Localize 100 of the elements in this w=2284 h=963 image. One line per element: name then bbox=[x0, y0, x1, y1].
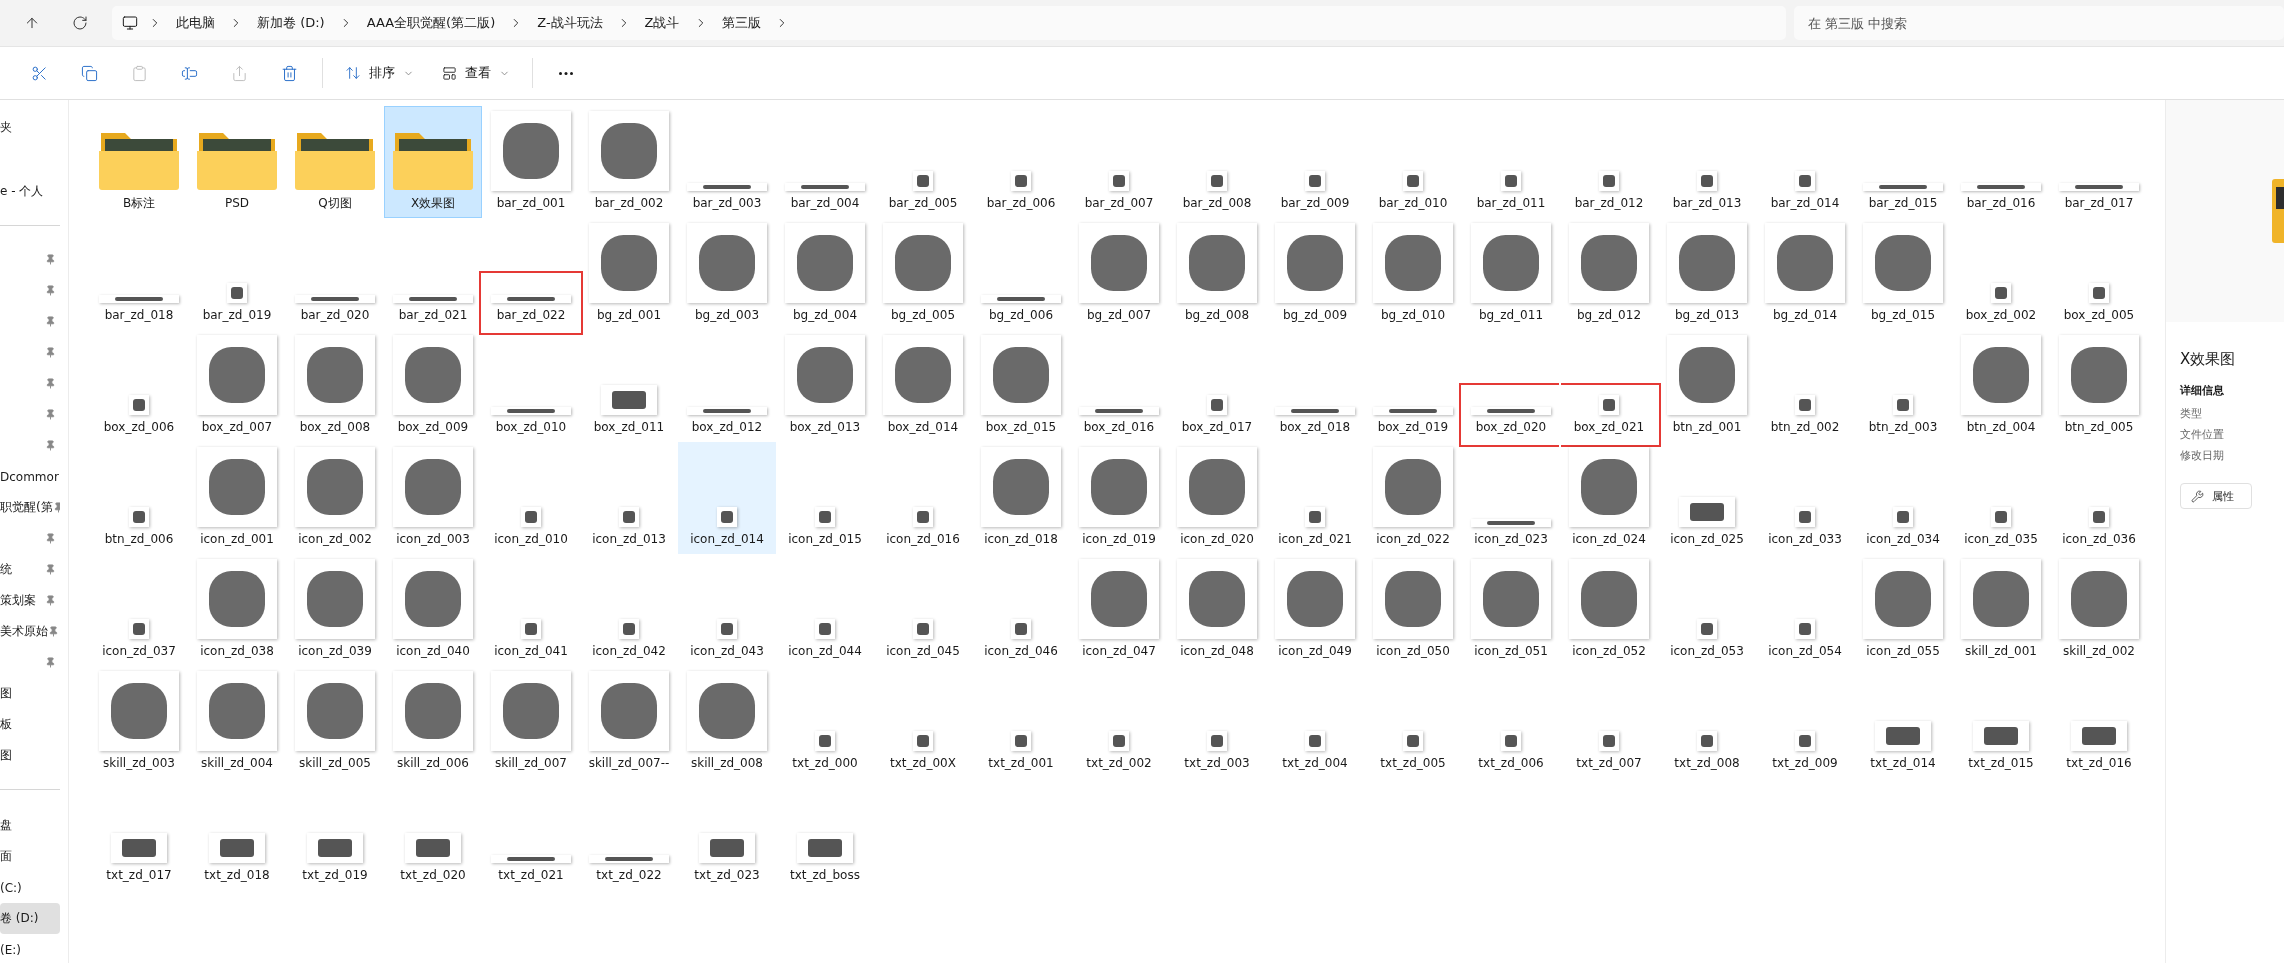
file-item[interactable]: icon_zd_002 bbox=[286, 442, 384, 554]
search-field[interactable]: 在 第三版 中搜索 bbox=[1794, 6, 2284, 40]
file-item[interactable]: icon_zd_010 bbox=[482, 442, 580, 554]
file-item[interactable]: skill_zd_007 bbox=[482, 666, 580, 778]
file-item[interactable]: icon_zd_054 bbox=[1756, 554, 1854, 666]
file-item[interactable]: icon_zd_013 bbox=[580, 442, 678, 554]
file-item[interactable]: icon_zd_037 bbox=[90, 554, 188, 666]
file-item[interactable]: icon_zd_034 bbox=[1854, 442, 1952, 554]
file-item[interactable]: bar_zd_004 bbox=[776, 106, 874, 218]
file-item[interactable]: txt_zd_003 bbox=[1168, 666, 1266, 778]
address-bar[interactable]: 此电脑 新加卷 (D:) AAA全职觉醒(第二版) Z-战斗玩法 Z战斗 第三版 bbox=[112, 6, 1786, 40]
file-item[interactable]: txt_zd_023 bbox=[678, 778, 776, 890]
file-item[interactable]: box_zd_018 bbox=[1266, 330, 1364, 442]
file-item[interactable]: icon_zd_036 bbox=[2050, 442, 2148, 554]
sidebar-item[interactable]: 职觉醒(第 bbox=[0, 492, 60, 523]
file-item[interactable]: txt_zd_009 bbox=[1756, 666, 1854, 778]
file-item[interactable]: txt_zd_001 bbox=[972, 666, 1070, 778]
sidebar-item[interactable]: 盘 bbox=[0, 810, 60, 841]
file-item[interactable]: txt_zd_020 bbox=[384, 778, 482, 890]
file-item[interactable]: icon_zd_044 bbox=[776, 554, 874, 666]
file-item[interactable]: bar_zd_008 bbox=[1168, 106, 1266, 218]
file-item[interactable]: icon_zd_018 bbox=[972, 442, 1070, 554]
file-item[interactable]: icon_zd_045 bbox=[874, 554, 972, 666]
file-item[interactable]: btn_zd_006 bbox=[90, 442, 188, 554]
file-item[interactable]: skill_zd_003 bbox=[90, 666, 188, 778]
file-item[interactable]: X效果图 bbox=[384, 106, 482, 218]
file-item[interactable]: bar_zd_001 bbox=[482, 106, 580, 218]
file-item[interactable]: icon_zd_038 bbox=[188, 554, 286, 666]
file-item[interactable]: B标注 bbox=[90, 106, 188, 218]
breadcrumb[interactable]: AAA全职觉醒(第二版) bbox=[362, 14, 500, 32]
file-item[interactable]: bg_zd_006 bbox=[972, 218, 1070, 330]
sidebar-item[interactable]: 美术原始 bbox=[0, 616, 60, 647]
file-item[interactable]: icon_zd_051 bbox=[1462, 554, 1560, 666]
file-item[interactable]: bg_zd_004 bbox=[776, 218, 874, 330]
file-item[interactable]: icon_zd_023 bbox=[1462, 442, 1560, 554]
file-item[interactable]: box_zd_019 bbox=[1364, 330, 1462, 442]
file-item[interactable]: icon_zd_055 bbox=[1854, 554, 1952, 666]
file-item[interactable]: bg_zd_011 bbox=[1462, 218, 1560, 330]
file-item[interactable]: icon_zd_042 bbox=[580, 554, 678, 666]
file-item[interactable]: skill_zd_004 bbox=[188, 666, 286, 778]
file-item[interactable]: bg_zd_012 bbox=[1560, 218, 1658, 330]
file-item[interactable]: bar_zd_022 bbox=[482, 218, 580, 330]
file-item[interactable]: icon_zd_048 bbox=[1168, 554, 1266, 666]
file-item[interactable]: box_zd_015 bbox=[972, 330, 1070, 442]
file-item[interactable]: icon_zd_024 bbox=[1560, 442, 1658, 554]
file-item[interactable]: icon_zd_043 bbox=[678, 554, 776, 666]
file-item[interactable]: txt_zd_018 bbox=[188, 778, 286, 890]
file-item[interactable]: icon_zd_040 bbox=[384, 554, 482, 666]
file-item[interactable]: icon_zd_021 bbox=[1266, 442, 1364, 554]
file-item[interactable]: txt_zd_017 bbox=[90, 778, 188, 890]
file-item[interactable]: bar_zd_020 bbox=[286, 218, 384, 330]
sidebar-item[interactable]: 板 bbox=[0, 709, 60, 740]
file-item[interactable]: icon_zd_025 bbox=[1658, 442, 1756, 554]
file-item[interactable]: txt_zd_002 bbox=[1070, 666, 1168, 778]
file-item[interactable]: skill_zd_005 bbox=[286, 666, 384, 778]
sidebar-item[interactable]: Dcommor bbox=[0, 461, 60, 492]
file-item[interactable]: txt_zd_006 bbox=[1462, 666, 1560, 778]
sidebar-item[interactable]: 面 bbox=[0, 841, 60, 872]
file-item[interactable]: txt_zd_007 bbox=[1560, 666, 1658, 778]
file-item[interactable]: bar_zd_014 bbox=[1756, 106, 1854, 218]
file-item[interactable]: bar_zd_019 bbox=[188, 218, 286, 330]
file-item[interactable]: icon_zd_052 bbox=[1560, 554, 1658, 666]
file-item[interactable]: skill_zd_001 bbox=[1952, 554, 2050, 666]
file-item[interactable]: box_zd_017 bbox=[1168, 330, 1266, 442]
file-item[interactable]: icon_zd_053 bbox=[1658, 554, 1756, 666]
file-item[interactable]: txt_zd_00X bbox=[874, 666, 972, 778]
file-item[interactable]: btn_zd_004 bbox=[1952, 330, 2050, 442]
file-item[interactable]: btn_zd_003 bbox=[1854, 330, 1952, 442]
file-item[interactable]: icon_zd_016 bbox=[874, 442, 972, 554]
file-item[interactable]: box_zd_011 bbox=[580, 330, 678, 442]
file-item[interactable]: bar_zd_013 bbox=[1658, 106, 1756, 218]
file-item[interactable]: btn_zd_001 bbox=[1658, 330, 1756, 442]
file-item[interactable]: bar_zd_002 bbox=[580, 106, 678, 218]
sort-button[interactable]: 排序 bbox=[333, 55, 426, 91]
file-item[interactable]: txt_zd_004 bbox=[1266, 666, 1364, 778]
file-item[interactable]: box_zd_009 bbox=[384, 330, 482, 442]
file-item[interactable]: icon_zd_046 bbox=[972, 554, 1070, 666]
file-item[interactable]: icon_zd_001 bbox=[188, 442, 286, 554]
file-item[interactable]: Q切图 bbox=[286, 106, 384, 218]
file-item[interactable]: bar_zd_016 bbox=[1952, 106, 2050, 218]
sidebar-item[interactable]: (E:) bbox=[0, 934, 60, 963]
file-item[interactable]: bar_zd_010 bbox=[1364, 106, 1462, 218]
file-item[interactable]: box_zd_016 bbox=[1070, 330, 1168, 442]
file-item[interactable]: bar_zd_009 bbox=[1266, 106, 1364, 218]
file-item[interactable]: box_zd_012 bbox=[678, 330, 776, 442]
breadcrumb[interactable]: 第三版 bbox=[717, 14, 765, 32]
file-item[interactable]: txt_zd_015 bbox=[1952, 666, 2050, 778]
file-item[interactable]: bg_zd_001 bbox=[580, 218, 678, 330]
properties-button[interactable]: 属性 bbox=[2180, 483, 2252, 509]
breadcrumb[interactable]: 新加卷 (D:) bbox=[253, 14, 329, 32]
file-item[interactable]: box_zd_013 bbox=[776, 330, 874, 442]
file-item[interactable]: box_zd_008 bbox=[286, 330, 384, 442]
file-item[interactable]: icon_zd_047 bbox=[1070, 554, 1168, 666]
file-item[interactable]: icon_zd_020 bbox=[1168, 442, 1266, 554]
file-item[interactable]: btn_zd_002 bbox=[1756, 330, 1854, 442]
file-item[interactable]: txt_zd_000 bbox=[776, 666, 874, 778]
file-item[interactable]: bar_zd_018 bbox=[90, 218, 188, 330]
file-item[interactable]: box_zd_002 bbox=[1952, 218, 2050, 330]
sidebar-item[interactable]: e - 个人 bbox=[0, 176, 60, 207]
file-item[interactable]: skill_zd_007-- bbox=[580, 666, 678, 778]
